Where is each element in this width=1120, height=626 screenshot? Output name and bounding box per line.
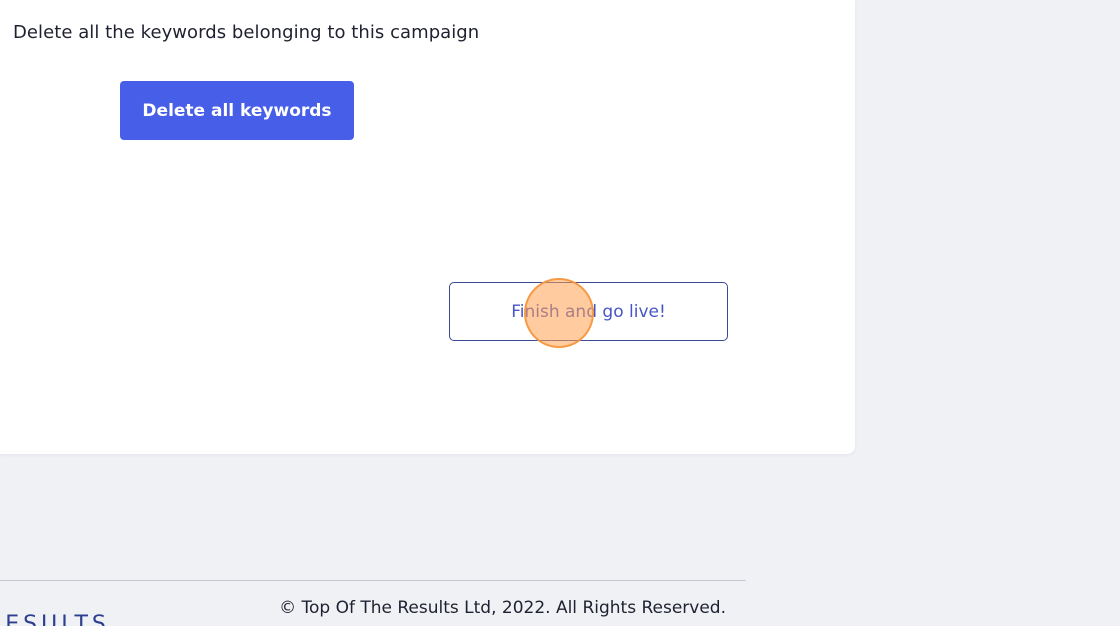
copyright-text: © Top Of The Results Ltd, 2022. All Righ… — [279, 598, 726, 618]
finish-and-go-live-button[interactable]: Finish and go live! — [449, 282, 728, 341]
delete-keywords-description: Delete all the keywords belonging to thi… — [13, 22, 480, 43]
footer-divider — [0, 580, 746, 581]
page: Delete all the keywords belonging to thi… — [0, 0, 1120, 626]
footer-logo: RESULTS — [0, 612, 110, 626]
delete-all-keywords-button[interactable]: Delete all keywords — [120, 81, 354, 140]
campaign-settings-card: Delete all the keywords belonging to thi… — [0, 0, 855, 454]
